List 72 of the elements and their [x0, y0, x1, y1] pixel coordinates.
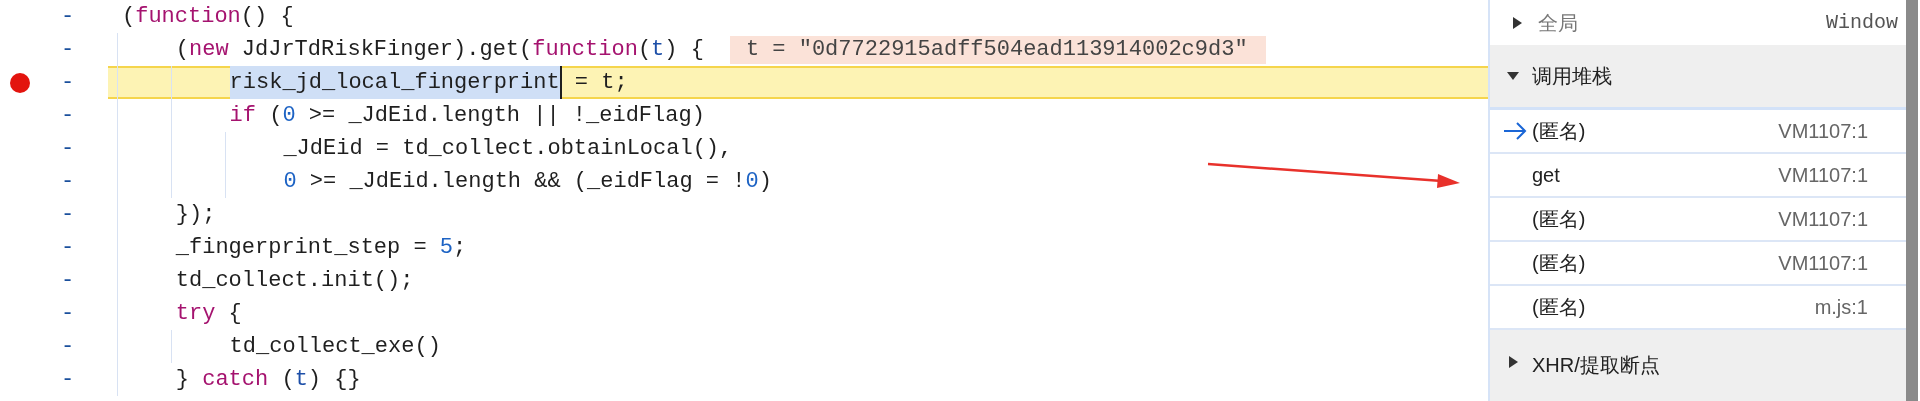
code-token: JdJrTdRiskFinger).get( [240, 36, 533, 64]
code-token: } [175, 366, 190, 394]
code-token: function [135, 3, 241, 31]
code-token: t [294, 366, 308, 394]
code-token: _JdEid = td_collect.obtainLocal(), [283, 135, 733, 163]
breakpoint-marker[interactable] [10, 72, 30, 93]
code-token: td_collect_exe() [229, 333, 441, 361]
frame-name: (匿名) [1532, 119, 1586, 144]
section-header[interactable]: XHR/提取断点 [1490, 330, 1906, 401]
call-frame[interactable]: (匿名) VM1107:1 [1490, 110, 1906, 154]
line-marker: - [59, 69, 76, 97]
collapsed-triangle-icon[interactable] [1510, 15, 1524, 30]
frame-location[interactable]: VM1107:1 [1778, 116, 1868, 146]
line-marker: - [59, 333, 76, 361]
code-token: >= _JdEid.length && (_eidFlag = ! [308, 168, 746, 196]
frame-name: get [1532, 163, 1560, 188]
code-token: function [532, 36, 638, 64]
code-token: if [229, 102, 256, 130]
call-frame[interactable]: get VM1107:1 [1490, 154, 1906, 198]
code-token: 0 [745, 168, 759, 196]
selected-text: risk_jd_local_fingerprint [229, 66, 562, 99]
section-header[interactable]: 调用堆栈 [1490, 45, 1906, 110]
code-token: ( [122, 3, 136, 31]
code-token: catch [202, 366, 269, 394]
line-marker: - [59, 300, 76, 328]
line-marker: - [59, 36, 76, 64]
code-token: }); [175, 201, 216, 229]
code-token: t [651, 36, 665, 64]
code-token: ; [453, 234, 467, 262]
line-marker: - [59, 234, 76, 262]
frame-name: (匿名) [1532, 207, 1586, 232]
frame-name: (匿名) [1532, 251, 1586, 276]
section-title: XHR/提取断点 [1532, 353, 1660, 378]
call-frame[interactable]: (匿名) VM1107:1 [1490, 242, 1906, 286]
scope-item[interactable]: 全局 Window [1490, 0, 1906, 45]
code-token: 0 [283, 168, 297, 196]
code-token: { [227, 300, 242, 328]
code-token: _fingerprint_step = [175, 234, 428, 262]
scope-name: 全局 [1538, 10, 1578, 36]
code-token: ( [175, 36, 189, 64]
scrollbar[interactable] [1906, 0, 1918, 401]
code-token: ( [268, 102, 283, 130]
frame-location[interactable]: VM1107:1 [1778, 160, 1868, 190]
code-token: ) [758, 168, 772, 196]
inline-value: t = "0d7722915adff504ead113914002c9d3" [729, 35, 1266, 64]
line-marker: - [59, 267, 76, 295]
line-marker: - [59, 3, 76, 31]
collapsed-triangle-icon[interactable] [1506, 355, 1520, 369]
call-frame[interactable]: (匿名) VM1107:1 [1490, 198, 1906, 242]
frame-location[interactable]: VM1107:1 [1778, 204, 1868, 234]
code-token: = t; [573, 69, 628, 97]
code-token: ( [637, 36, 652, 64]
frame-location[interactable]: m.js:1 [1814, 292, 1868, 322]
code-token: ) { [664, 36, 704, 64]
line-marker: - [59, 168, 76, 196]
line-marker: - [59, 201, 76, 229]
code-token: ) {} [307, 366, 361, 394]
code-token: 5 [439, 234, 454, 262]
code-token: 0 [282, 102, 296, 130]
code-token: >= _JdEid.length || !_eidFlag) [307, 102, 705, 130]
code-token: () { [240, 3, 294, 31]
code-token: try [175, 300, 216, 328]
line-marker: - [59, 135, 76, 163]
code-token: ( [280, 366, 295, 394]
section-title: 调用堆栈 [1532, 64, 1612, 89]
scope-value: Window [1826, 9, 1898, 36]
frame-location[interactable]: VM1107:1 [1778, 248, 1868, 278]
line-marker: - [59, 102, 76, 130]
code-token: td_collect.init(); [175, 267, 414, 295]
frame-name: (匿名) [1532, 295, 1586, 320]
line-marker: - [59, 366, 76, 394]
code-token: new [189, 36, 229, 64]
